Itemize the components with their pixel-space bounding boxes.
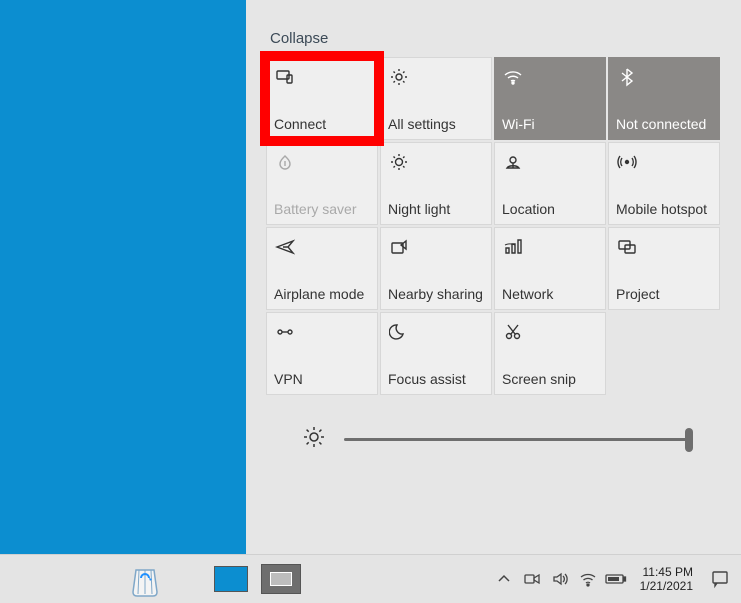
taskbar: 11:45 PM 1/21/2021 (0, 554, 741, 603)
tile-project[interactable]: Project (608, 227, 720, 310)
tile-label: Night light (388, 202, 487, 217)
connect-icon (275, 67, 369, 87)
desktop-background (0, 0, 246, 554)
tile-label: Airplane mode (274, 287, 373, 302)
tile-bluetooth[interactable]: Not connected (608, 57, 720, 140)
tile-label: Mobile hotspot (616, 202, 715, 217)
tile-connect[interactable]: Connect (266, 57, 378, 140)
tile-all-settings[interactable]: All settings (380, 57, 492, 140)
tray-overflow-icon[interactable] (490, 555, 518, 603)
tray-volume-icon[interactable] (546, 555, 574, 603)
notifications-icon[interactable] (703, 555, 737, 603)
tile-label: Location (502, 202, 601, 217)
recycle-bin-icon[interactable] (122, 558, 168, 600)
tile-mobile-hotspot[interactable]: Mobile hotspot (608, 142, 720, 225)
taskbar-time: 11:45 PM (640, 565, 693, 579)
taskbar-app-desktop[interactable] (208, 558, 254, 600)
quick-action-tiles: Connect All settings Wi-Fi Not connected Bat… (246, 57, 741, 395)
tile-vpn[interactable]: VPN (266, 312, 378, 395)
moon-icon (389, 322, 483, 342)
brightness-slider[interactable] (344, 438, 691, 441)
tile-screen-snip[interactable]: Screen snip (494, 312, 606, 395)
tile-label: Project (616, 287, 715, 302)
tile-label: All settings (388, 117, 487, 132)
project-icon (617, 237, 711, 257)
tile-battery-saver: Battery saver (266, 142, 378, 225)
network-icon (503, 237, 597, 257)
taskbar-app-taskview[interactable] (258, 558, 304, 600)
vpn-icon (275, 322, 369, 342)
share-icon (389, 237, 483, 257)
tile-label: VPN (274, 372, 373, 387)
hotspot-icon (617, 152, 711, 172)
tile-label: Screen snip (502, 372, 601, 387)
tray-meet-now-icon[interactable] (518, 555, 546, 603)
system-tray: 11:45 PM 1/21/2021 (490, 555, 741, 603)
taskbar-clock[interactable]: 11:45 PM 1/21/2021 (630, 565, 703, 594)
brightness-row (246, 395, 741, 484)
brightness-icon (302, 425, 326, 454)
tile-airplane-mode[interactable]: Airplane mode (266, 227, 378, 310)
airplane-icon (275, 237, 369, 257)
tile-location[interactable]: Location (494, 142, 606, 225)
collapse-label: Collapse (270, 30, 328, 47)
battery-saver-icon (275, 152, 369, 172)
action-center-panel: Collapse Connect All settings Wi-Fi Not con… (246, 0, 741, 484)
gear-icon (389, 67, 483, 87)
tile-wifi[interactable]: Wi-Fi (494, 57, 606, 140)
tile-network[interactable]: Network (494, 227, 606, 310)
taskbar-date: 1/21/2021 (640, 579, 693, 593)
tile-nearby-sharing[interactable]: Nearby sharing (380, 227, 492, 310)
brightness-slider-thumb[interactable] (685, 428, 693, 452)
tile-focus-assist[interactable]: Focus assist (380, 312, 492, 395)
tile-label: Nearby sharing (388, 287, 487, 302)
sun-icon (389, 152, 483, 172)
tile-label: Wi-Fi (502, 117, 601, 132)
tile-label: Network (502, 287, 601, 302)
tile-label: Not connected (616, 117, 715, 132)
tile-label: Focus assist (388, 372, 487, 387)
tile-label: Connect (274, 117, 373, 132)
snip-icon (503, 322, 597, 342)
tray-battery-icon[interactable] (602, 555, 630, 603)
tile-label: Battery saver (274, 202, 373, 217)
tray-wifi-icon[interactable] (574, 555, 602, 603)
bluetooth-icon (617, 67, 711, 87)
location-icon (503, 152, 597, 172)
tile-night-light[interactable]: Night light (380, 142, 492, 225)
wifi-icon (503, 67, 597, 87)
collapse-button[interactable]: Collapse (246, 0, 741, 57)
